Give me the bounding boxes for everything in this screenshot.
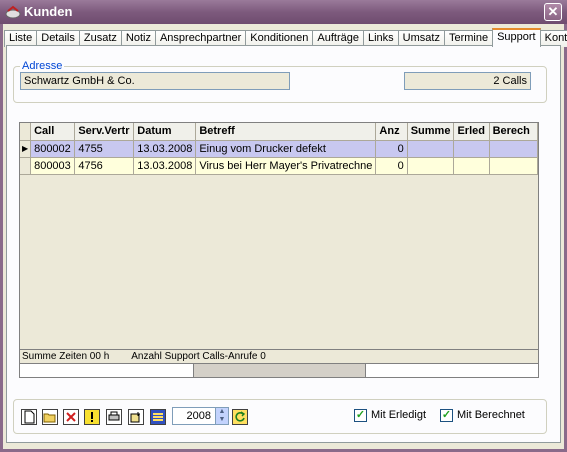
grid-footer: Summe Zeiten 00 h Anzahl Support Calls-A… [20, 349, 538, 363]
grid-header-row: Call Serv.Vertr Datum Betreff Anz Summe … [20, 123, 539, 141]
cell-anz[interactable]: 0 [375, 157, 408, 175]
col-berech[interactable]: Berech [489, 123, 539, 141]
cell-call[interactable]: 800003 [30, 157, 76, 175]
current-row-indicator: ▶ [20, 140, 32, 158]
col-betreff[interactable]: Betreff [195, 123, 377, 141]
cell-anz[interactable]: 0 [375, 140, 408, 158]
cell-summe[interactable] [407, 140, 455, 158]
close-button[interactable]: ✕ [544, 3, 562, 21]
col-summe[interactable]: Summe [407, 123, 455, 141]
mit-erledigt-checkbox[interactable]: ✓ [354, 409, 367, 422]
cell-datum[interactable]: 13.03.2008 [133, 140, 197, 158]
row-indicator [20, 157, 32, 175]
cell-serv-vertr[interactable]: 4755 [74, 140, 135, 158]
list-icon[interactable] [150, 409, 166, 425]
support-calls-grid: Call Serv.Vertr Datum Betreff Anz Summe … [19, 122, 539, 378]
app-icon [5, 5, 21, 19]
mit-berechnet-checkbox[interactable]: ✓ [440, 409, 453, 422]
table-row[interactable]: ▶ 800002 4755 13.03.2008 Einug vom Druck… [20, 140, 539, 158]
export-icon[interactable] [128, 409, 144, 425]
mit-berechnet-label: Mit Berechnet [457, 409, 525, 421]
year-spinner-buttons[interactable]: ▲ ▼ [215, 408, 228, 424]
summe-zeiten-label: Summe Zeiten 00 h [22, 351, 110, 362]
col-call[interactable]: Call [30, 123, 76, 141]
col-datum[interactable]: Datum [133, 123, 197, 141]
title-bar: Kunden ✕ [0, 0, 567, 24]
summary-segment [20, 364, 194, 377]
mit-erledigt-label: Mit Erledigt [371, 409, 427, 421]
col-serv-vertr[interactable]: Serv.Vertr [74, 123, 135, 141]
grid-summary-bar [20, 363, 538, 377]
cell-erled[interactable] [453, 157, 490, 175]
cell-berech[interactable] [489, 157, 539, 175]
tab-support[interactable]: Support [492, 28, 541, 47]
cell-betreff[interactable]: Virus bei Herr Mayer's Privatrechne [195, 157, 377, 175]
cell-erled[interactable] [453, 140, 490, 158]
cell-datum[interactable]: 13.03.2008 [133, 157, 197, 175]
cell-betreff[interactable]: Einug vom Drucker defekt [195, 140, 377, 158]
col-erled[interactable]: Erled [453, 123, 490, 141]
refresh-icon[interactable] [232, 409, 248, 425]
open-folder-icon[interactable] [42, 409, 58, 425]
new-document-icon[interactable] [21, 409, 37, 425]
warning-icon[interactable] [84, 409, 100, 425]
col-anz[interactable]: Anz [375, 123, 408, 141]
adresse-legend: Adresse [20, 60, 65, 72]
anzahl-calls-label: Anzahl Support Calls-Anrufe 0 [131, 351, 266, 362]
tab-bar: Liste Details Zusatz Notiz Ansprechpartn… [4, 28, 567, 47]
print-icon[interactable] [106, 409, 122, 425]
row-indicator-header [20, 123, 32, 141]
summary-segment [194, 364, 366, 377]
delete-icon[interactable] [63, 409, 79, 425]
calls-count-field: 2 Calls [404, 72, 531, 90]
cell-call[interactable]: 800002 [30, 140, 76, 158]
cell-serv-vertr[interactable]: 4756 [74, 157, 135, 175]
window-title: Kunden [24, 4, 73, 19]
customer-name-field: Schwartz GmbH & Co. [20, 72, 290, 90]
cell-berech[interactable] [489, 140, 539, 158]
cell-summe[interactable] [407, 157, 455, 175]
table-row[interactable]: 800003 4756 13.03.2008 Virus bei Herr Ma… [20, 157, 539, 175]
